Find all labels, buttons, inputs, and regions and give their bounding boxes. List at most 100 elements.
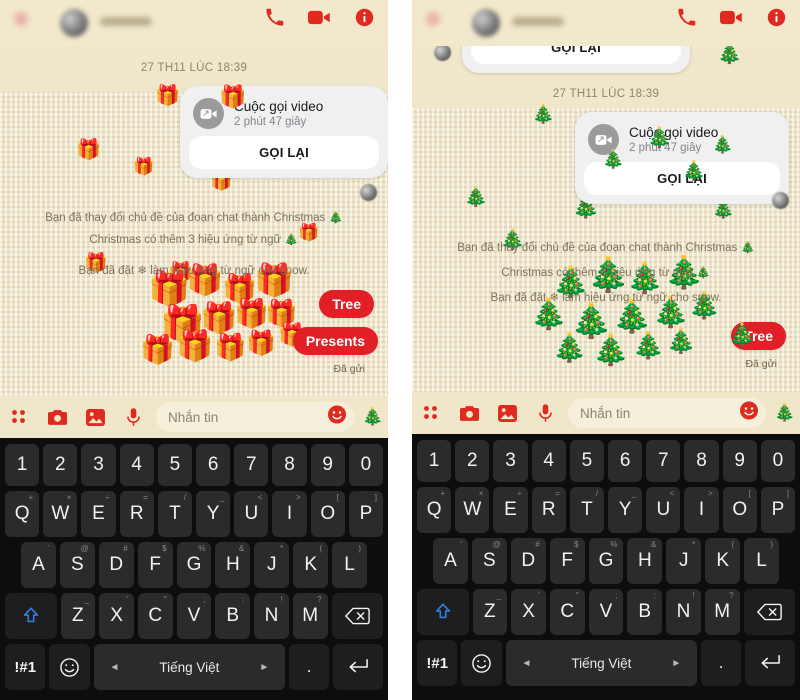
- key-r[interactable]: = R: [119, 491, 154, 537]
- key-0[interactable]: 0: [760, 440, 796, 482]
- phone-icon[interactable]: [677, 8, 696, 27]
- key-p[interactable]: ] P: [760, 487, 796, 533]
- key-a[interactable]: ' A: [21, 542, 56, 588]
- key-7[interactable]: 7: [234, 444, 269, 486]
- key-g[interactable]: % G: [176, 542, 212, 588]
- key-w[interactable]: × W: [43, 491, 78, 537]
- info-icon[interactable]: [767, 8, 786, 27]
- key-4[interactable]: 4: [119, 444, 154, 486]
- back-arrow-blurred[interactable]: [426, 12, 440, 26]
- microphone-icon[interactable]: [526, 403, 564, 423]
- key-p[interactable]: ] P: [348, 491, 384, 537]
- key-2[interactable]: 2: [43, 444, 78, 486]
- key-y[interactable]: _ Y: [196, 491, 231, 537]
- message-input[interactable]: Nhắn tin: [156, 402, 354, 432]
- enter-key[interactable]: [745, 640, 795, 686]
- key-6[interactable]: 6: [196, 444, 231, 486]
- key-d[interactable]: # D: [98, 542, 134, 588]
- key-5[interactable]: 5: [157, 444, 192, 486]
- key-k[interactable]: (K: [293, 542, 329, 588]
- key-y[interactable]: _ Y: [608, 487, 643, 533]
- key-x[interactable]: ' X: [511, 589, 546, 635]
- key-b[interactable]: :B: [627, 589, 663, 635]
- key-v[interactable]: ; V: [176, 593, 212, 639]
- backspace-key[interactable]: [743, 589, 796, 635]
- key-k[interactable]: (K: [705, 538, 741, 584]
- key-j[interactable]: * J: [254, 542, 290, 588]
- key-1[interactable]: 1: [4, 444, 40, 486]
- key-8[interactable]: 8: [684, 440, 719, 482]
- key-7[interactable]: 7: [646, 440, 681, 482]
- symbols-key[interactable]: !#1: [417, 640, 458, 686]
- shift-key[interactable]: [417, 589, 469, 635]
- enter-key[interactable]: [333, 644, 383, 690]
- video-camera-icon[interactable]: [720, 8, 743, 27]
- camera-icon[interactable]: [450, 405, 488, 422]
- christmas-tree-icon[interactable]: 🎄: [770, 403, 800, 423]
- key-v[interactable]: ; V: [588, 589, 624, 635]
- gallery-icon[interactable]: [488, 404, 526, 422]
- next-language-arrow[interactable]: ►: [259, 662, 269, 673]
- key-8[interactable]: 8: [272, 444, 307, 486]
- key-s[interactable]: @ S: [59, 542, 95, 588]
- key-x[interactable]: ' X: [99, 593, 134, 639]
- back-arrow-blurred[interactable]: [14, 12, 28, 26]
- prev-language-arrow[interactable]: ◄: [521, 658, 531, 669]
- key-q[interactable]: + Q: [416, 487, 452, 533]
- key-r[interactable]: = R: [531, 487, 566, 533]
- key-n[interactable]: ! N: [254, 593, 289, 639]
- prev-language-arrow[interactable]: ◄: [109, 662, 119, 673]
- symbols-key[interactable]: !#1: [5, 644, 46, 690]
- period-key[interactable]: .: [700, 640, 742, 686]
- space-key[interactable]: ◄ Tiếng Việt ►: [505, 640, 697, 686]
- key-n[interactable]: ! N: [666, 589, 701, 635]
- key-h[interactable]: & H: [215, 542, 251, 588]
- gallery-icon[interactable]: [76, 408, 114, 426]
- key-c[interactable]: " C: [549, 589, 585, 635]
- word-effect-bubble[interactable]: Presents: [292, 327, 378, 355]
- key-m[interactable]: ? M: [704, 589, 740, 635]
- key-f[interactable]: $ F: [549, 538, 585, 584]
- microphone-icon[interactable]: [114, 407, 152, 427]
- key-o[interactable]: [O: [722, 487, 757, 533]
- apps-grid-icon[interactable]: [0, 409, 38, 425]
- key-5[interactable]: 5: [569, 440, 604, 482]
- key-u[interactable]: < U: [234, 491, 269, 537]
- key-q[interactable]: + Q: [4, 491, 40, 537]
- key-3[interactable]: 3: [81, 444, 116, 486]
- video-call-card[interactable]: Cuộc gọi video 2 phút 47 giây GỌI LẠI: [180, 86, 388, 178]
- period-key[interactable]: .: [288, 644, 330, 690]
- key-2[interactable]: 2: [455, 440, 490, 482]
- key-z[interactable]: _ Z: [472, 589, 508, 635]
- key-6[interactable]: 6: [608, 440, 643, 482]
- apps-grid-icon[interactable]: [412, 405, 450, 421]
- key-l[interactable]: ) L: [332, 542, 368, 588]
- key-z[interactable]: _ Z: [60, 593, 96, 639]
- key-i[interactable]: > I: [684, 487, 719, 533]
- christmas-tree-icon[interactable]: 🎄: [358, 407, 388, 427]
- key-d[interactable]: # D: [510, 538, 546, 584]
- key-l[interactable]: ) L: [744, 538, 780, 584]
- key-0[interactable]: 0: [348, 444, 384, 486]
- key-g[interactable]: % G: [588, 538, 624, 584]
- info-icon[interactable]: [355, 8, 374, 27]
- key-t[interactable]: / T: [157, 491, 192, 537]
- key-u[interactable]: < U: [646, 487, 681, 533]
- key-o[interactable]: [O: [310, 491, 345, 537]
- phone-icon[interactable]: [265, 8, 284, 27]
- key-m[interactable]: ? M: [292, 593, 328, 639]
- message-input[interactable]: Nhắn tin: [568, 398, 766, 428]
- avatar[interactable]: [472, 9, 500, 37]
- shift-key[interactable]: [5, 593, 57, 639]
- emoji-key[interactable]: [461, 640, 502, 686]
- key-j[interactable]: * J: [666, 538, 702, 584]
- key-9[interactable]: 9: [722, 440, 757, 482]
- key-t[interactable]: / T: [569, 487, 604, 533]
- camera-icon[interactable]: [38, 409, 76, 426]
- key-i[interactable]: > I: [272, 491, 307, 537]
- call-back-button[interactable]: GỌI LẠI: [189, 136, 379, 169]
- key-b[interactable]: :B: [215, 593, 251, 639]
- backspace-key[interactable]: [331, 593, 384, 639]
- key-4[interactable]: 4: [531, 440, 566, 482]
- smiley-icon[interactable]: [740, 401, 758, 425]
